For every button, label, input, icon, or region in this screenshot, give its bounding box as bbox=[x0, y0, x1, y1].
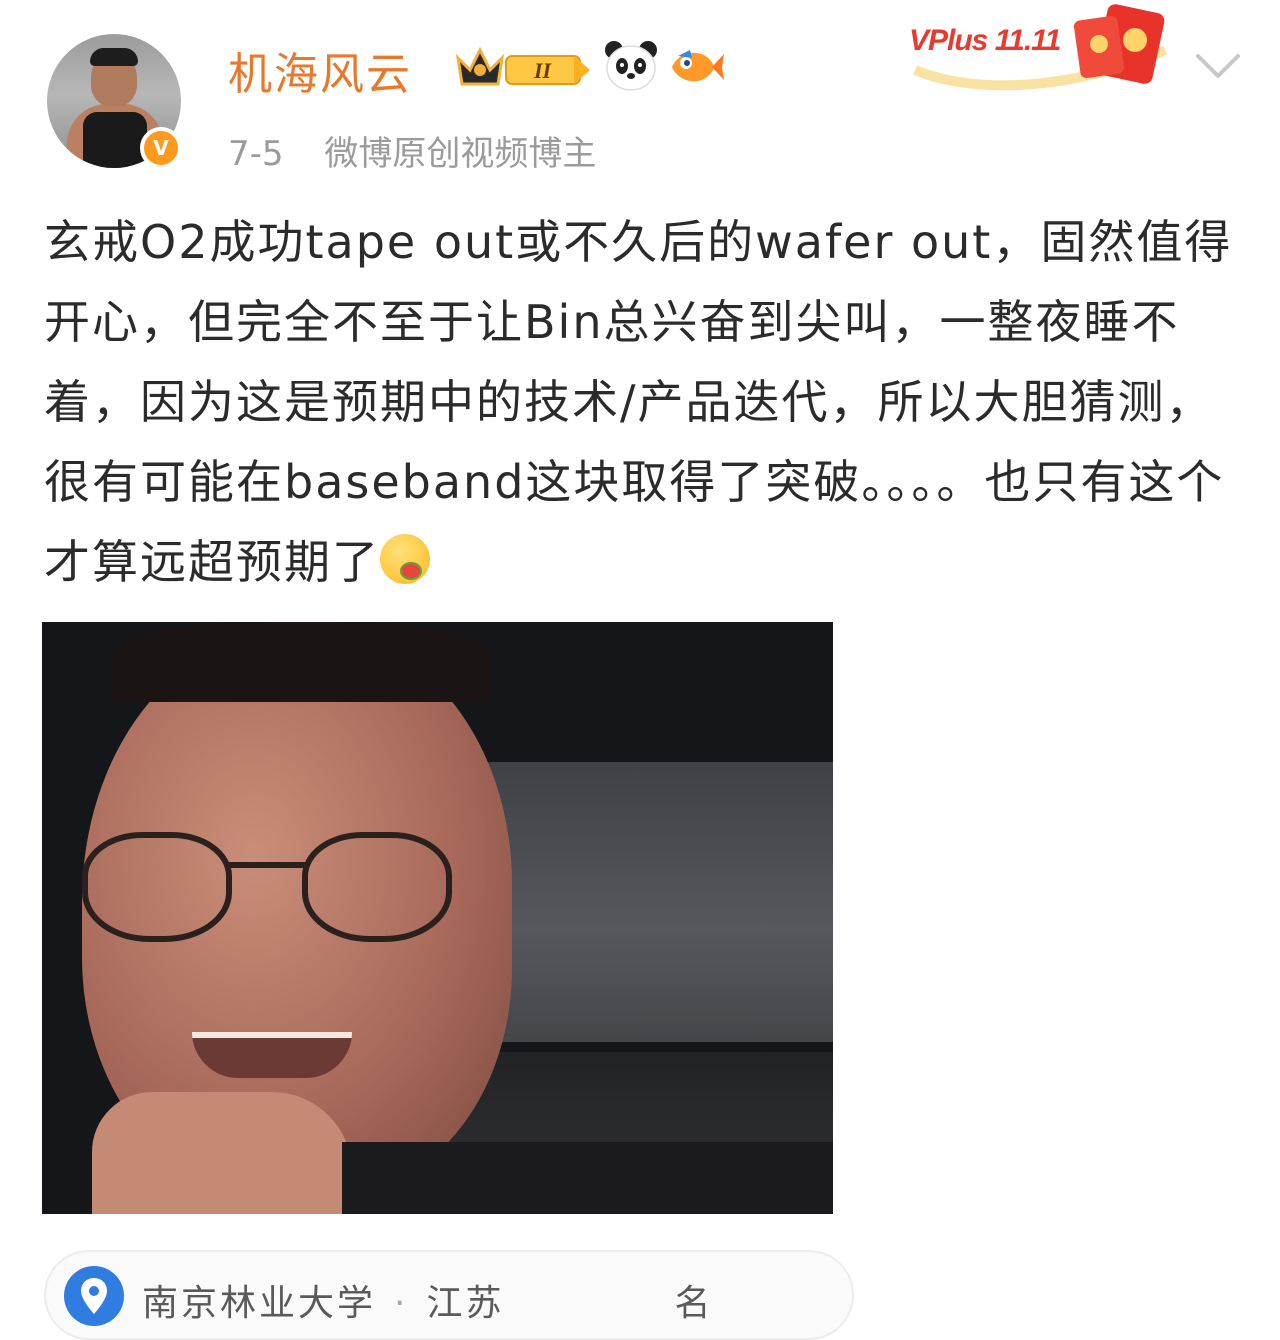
post-date: 7-5 bbox=[228, 134, 284, 174]
promo-banner[interactable]: VPlus 11.11 bbox=[905, 0, 1195, 100]
vip-level-2-crown-icon[interactable]: II bbox=[454, 40, 592, 92]
location-separator: · bbox=[394, 1283, 409, 1324]
watermelon-smile-emoji bbox=[380, 534, 430, 584]
location-trailing: 名 bbox=[674, 1283, 714, 1324]
fish-icon bbox=[672, 50, 724, 82]
location-place: 南京林业大学 bbox=[142, 1283, 377, 1324]
chevron-down-icon[interactable] bbox=[1192, 48, 1244, 84]
post-body: 玄戒O2成功tape out或不久后的wafer out，固然值得开心，但完全不… bbox=[44, 202, 1236, 602]
author-name[interactable]: 机海风云 bbox=[228, 38, 412, 102]
location-pin-icon bbox=[64, 1266, 124, 1326]
post-meta: 7-5 微博原创视频博主 bbox=[228, 126, 596, 175]
location-text: 南京林业大学 · 江苏 名 bbox=[142, 1274, 714, 1326]
promo-label: VPlus 11.11 bbox=[909, 24, 1061, 57]
panda-icon bbox=[605, 41, 657, 91]
verified-v-icon: V bbox=[140, 127, 182, 169]
location-region: 江苏 bbox=[426, 1283, 505, 1324]
svg-text:II: II bbox=[533, 58, 553, 83]
author-avatar[interactable]: V bbox=[47, 34, 183, 170]
post-text: 玄戒O2成功tape out或不久后的wafer out，固然值得开心，但完全不… bbox=[44, 215, 1233, 589]
author-tag: 微博原创视频博主 bbox=[324, 134, 597, 174]
post-image[interactable] bbox=[42, 622, 833, 1214]
post-header: V 机海风云 II 7-5 微博原创视频博主 VPlus 11.11 bbox=[0, 0, 1280, 190]
location-tag[interactable]: 南京林业大学 · 江苏 名 bbox=[44, 1250, 854, 1340]
